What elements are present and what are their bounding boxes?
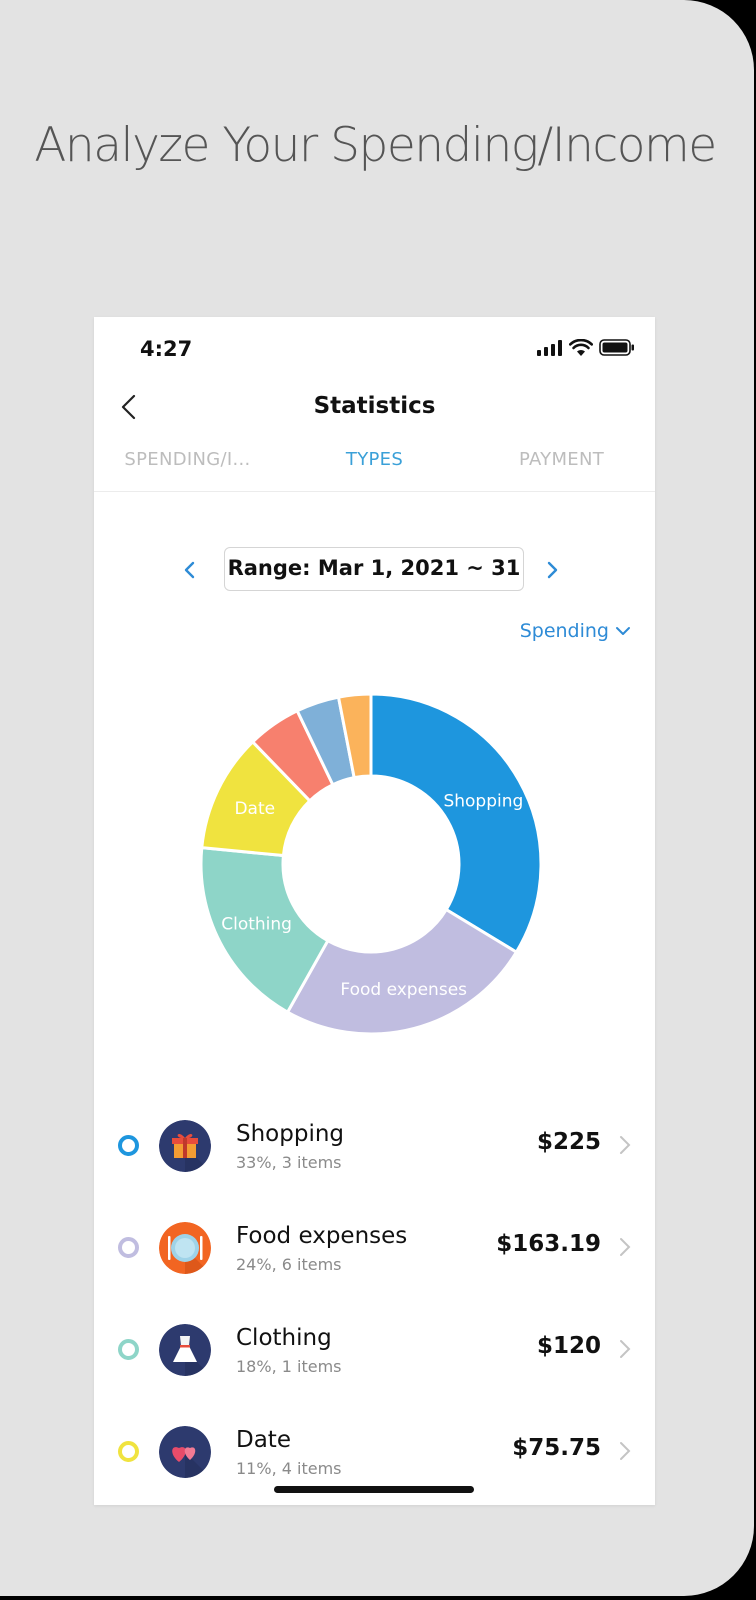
range-selector: Range: Mar 1, 2021 ~ 31 (94, 547, 655, 595)
category-list: Shopping 33%, 3 items $225 Food expenses… (94, 1112, 655, 1505)
promo-headline: Analyze Your Spending/Income (34, 118, 717, 173)
hearts-icon (159, 1426, 211, 1478)
item-subtitle: 11%, 4 items (236, 1459, 342, 1478)
chevron-right-icon (620, 1136, 631, 1154)
list-item-food-expenses[interactable]: Food expenses 24%, 6 items $163.19 (94, 1214, 655, 1316)
item-name: Clothing (236, 1325, 332, 1351)
page-title: Statistics (313, 393, 436, 419)
legend-ring (118, 1237, 139, 1258)
item-name: Shopping (236, 1121, 345, 1147)
signal-icon (537, 339, 562, 356)
promo-background: Analyze Your Spending/Income 4:27 Statis… (0, 0, 754, 1596)
item-subtitle: 33%, 3 items (236, 1153, 342, 1172)
status-icons (537, 339, 635, 356)
donut-label: Shopping (443, 792, 523, 812)
home-indicator (274, 1486, 474, 1493)
donut-label: Date (234, 799, 275, 819)
item-amount: $163.19 (496, 1231, 601, 1257)
legend-ring (118, 1135, 139, 1156)
range-button[interactable]: Range: Mar 1, 2021 ~ 31 (224, 547, 524, 591)
wifi-icon (569, 339, 593, 356)
item-name: Date (236, 1427, 291, 1453)
phone-screen: 4:27 Statistics SPENDING/I... TYPES PAYM… (94, 317, 655, 1505)
tab-bar: SPENDING/I... TYPES PAYMENT (94, 449, 655, 492)
donut-label: Clothing (221, 915, 292, 935)
list-item-shopping[interactable]: Shopping 33%, 3 items $225 (94, 1112, 655, 1214)
legend-ring (118, 1441, 139, 1462)
chevron-down-icon (616, 627, 630, 635)
spending-dropdown[interactable]: Spending (520, 620, 631, 642)
status-time: 4:27 (140, 337, 193, 361)
item-amount: $225 (536, 1129, 601, 1155)
list-item-clothing[interactable]: Clothing 18%, 1 items $120 (94, 1316, 655, 1418)
chevron-right-icon (620, 1340, 631, 1358)
tab-spending-income[interactable]: SPENDING/I... (94, 449, 281, 470)
previous-range-icon[interactable] (182, 559, 198, 581)
item-subtitle: 24%, 6 items (236, 1255, 342, 1274)
dress-icon (159, 1324, 211, 1376)
item-name: Food expenses (236, 1223, 408, 1249)
next-range-icon[interactable] (544, 559, 560, 581)
donut-slice-shopping (369, 692, 543, 955)
chevron-right-icon (620, 1442, 631, 1460)
gift-icon (159, 1120, 211, 1172)
battery-icon (599, 339, 634, 356)
donut-label: Food expenses (340, 980, 467, 1000)
spending-dropdown-label: Spending (519, 620, 609, 642)
item-amount: $75.75 (512, 1435, 601, 1461)
item-subtitle: 18%, 1 items (236, 1357, 342, 1376)
tab-types[interactable]: TYPES (281, 449, 468, 470)
item-amount: $120 (536, 1333, 601, 1359)
plate-icon (159, 1222, 211, 1274)
donut-chart: Shopping Food expenses Clothing Date (199, 692, 543, 1036)
nav-bar: Statistics (94, 377, 655, 437)
tab-payment[interactable]: PAYMENT (468, 449, 655, 470)
legend-ring (118, 1339, 139, 1360)
chevron-right-icon (620, 1238, 631, 1256)
